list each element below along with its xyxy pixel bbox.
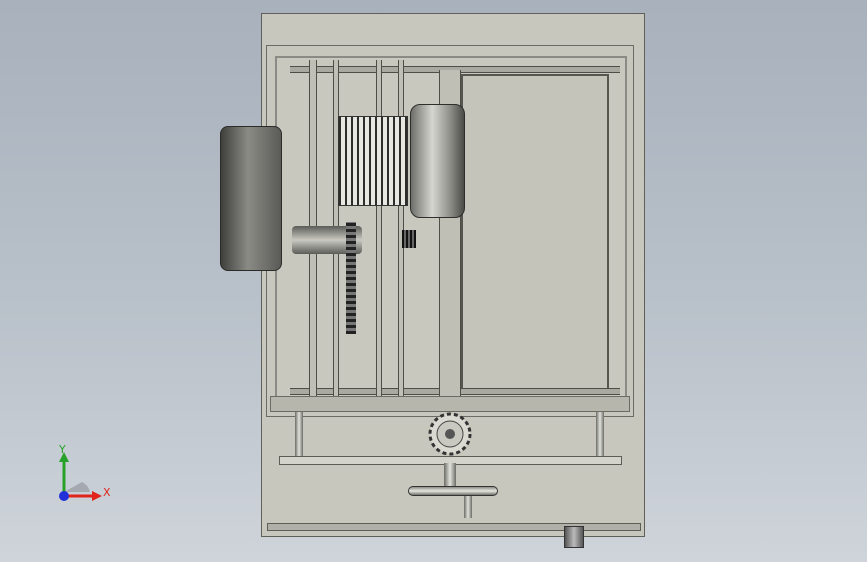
motor-housing[interactable] [220, 126, 282, 271]
drive-chain[interactable] [346, 222, 356, 334]
small-gear[interactable] [402, 230, 416, 248]
spindle[interactable] [444, 463, 456, 487]
handwheel[interactable] [408, 486, 498, 496]
cad-viewport[interactable]: Y X [0, 0, 867, 562]
base-rail [267, 523, 641, 531]
cooling-fins[interactable] [338, 116, 408, 206]
right-panel-opening [461, 74, 609, 394]
foot-bracket[interactable] [564, 526, 584, 548]
x-axis-label: X [103, 486, 111, 499]
handwheel-pin[interactable] [464, 496, 472, 518]
rail-4 [398, 60, 404, 396]
drum-roller[interactable] [410, 104, 465, 218]
y-axis-label: Y [59, 443, 66, 456]
sprocket-icon[interactable] [426, 410, 474, 458]
support-rod-left[interactable] [295, 412, 303, 462]
support-rod-right[interactable] [596, 412, 604, 462]
rail-3 [376, 60, 382, 396]
